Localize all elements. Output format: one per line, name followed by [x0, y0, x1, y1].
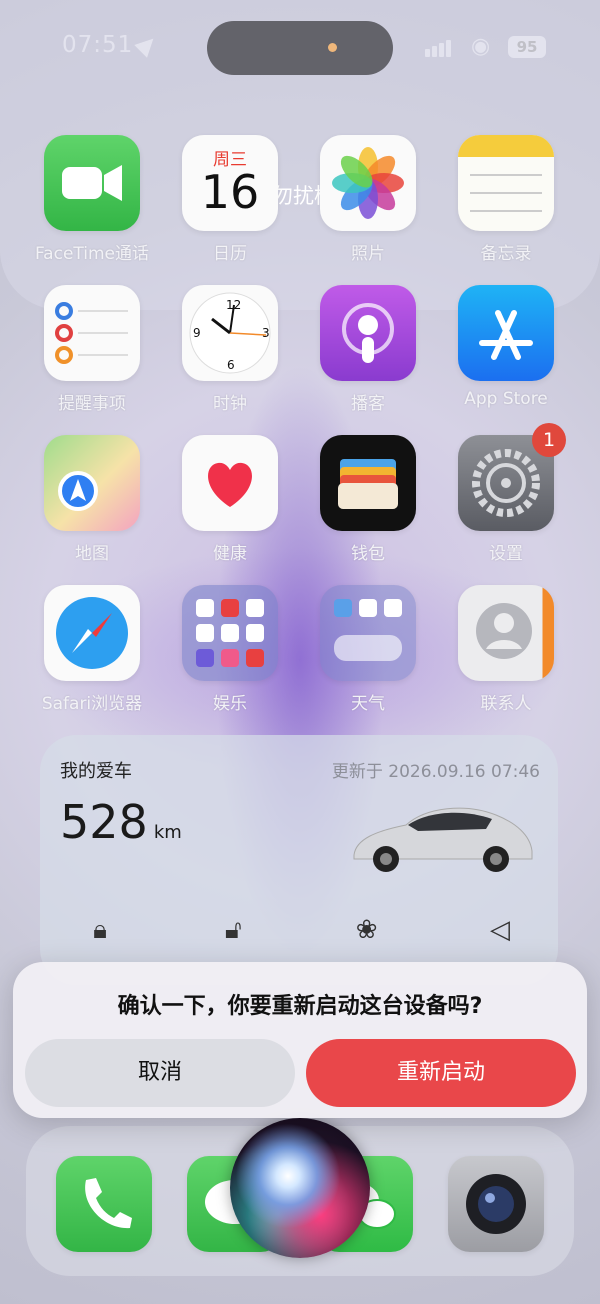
app-notes[interactable]: 备忘录: [436, 135, 576, 264]
range-readout: 528 km: [60, 795, 182, 849]
facetime-icon: [44, 135, 140, 231]
dialog-message: 确认一下，你要重新启动这台设备吗?: [117, 994, 483, 1019]
app-label: 健康: [213, 544, 247, 564]
range-value: 528: [60, 795, 148, 849]
calendar-day: 16: [200, 165, 260, 219]
restart-button[interactable]: 重新启动: [306, 1039, 576, 1107]
restart-confirm-dialog: 确认一下，你要重新启动这台设备吗? 取消 重新启动: [13, 962, 587, 1118]
maps-icon: [44, 435, 140, 531]
app-label: 时钟: [213, 394, 247, 414]
app-label: 联系人: [480, 694, 532, 714]
notes-header: [458, 135, 554, 157]
folder-icon: [182, 585, 278, 681]
app-label: FaceTime通话: [34, 244, 150, 264]
app-calendar[interactable]: 周三 16 日历: [160, 135, 300, 264]
reminders-icon: [44, 285, 140, 381]
widget-updated-time: 更新于 2026.09.16 07:46: [331, 762, 540, 782]
app-folder-weather[interactable]: 天气: [298, 585, 438, 714]
app-label: 设置: [489, 544, 523, 564]
app-contacts[interactable]: 联系人: [436, 585, 576, 714]
app-label: App Store: [464, 389, 548, 409]
health-icon: [182, 435, 278, 531]
widget-title: 我的爱车: [60, 761, 132, 782]
app-settings[interactable]: 1 设置: [436, 423, 576, 564]
car-widget[interactable]: 我的爱车 更新于 2026.09.16 07:46 528 km 🔒︎ 🔓︎ ❀ …: [40, 735, 558, 985]
app-health[interactable]: 健康: [160, 435, 300, 564]
photos-icon: [320, 135, 416, 231]
app-label: 地图: [75, 544, 109, 564]
weather-folder-icon: [320, 585, 416, 681]
camera-icon[interactable]: [448, 1156, 544, 1252]
app-clock[interactable]: 12 3 6 9 时钟: [160, 285, 300, 414]
app-label: 提醒事项: [58, 394, 126, 414]
app-label: 娱乐: [213, 694, 247, 714]
wallet-icon: [320, 435, 416, 531]
svg-text:6: 6: [227, 358, 235, 372]
clock-icon: 12 3 6 9: [182, 285, 278, 381]
calendar-icon: 周三 16: [182, 135, 278, 231]
app-label: 备忘录: [480, 244, 532, 264]
notes-icon: [458, 135, 554, 231]
app-label: 照片: [351, 244, 385, 264]
cancel-button[interactable]: 取消: [25, 1039, 295, 1107]
app-facetime[interactable]: FaceTime通话: [22, 135, 162, 264]
app-label: 钱包: [351, 544, 385, 564]
phone-icon[interactable]: [56, 1156, 152, 1252]
app-safari[interactable]: Safari浏览器: [22, 585, 162, 714]
app-label: 天气: [351, 694, 385, 714]
svg-text:9: 9: [193, 326, 201, 340]
svg-text:3: 3: [262, 326, 270, 340]
range-unit: km: [153, 822, 182, 843]
app-reminders[interactable]: 提醒事项: [22, 285, 162, 414]
fan-icon[interactable]: ❀: [347, 915, 387, 946]
app-photos[interactable]: 照片: [298, 135, 438, 264]
podcasts-icon: [320, 285, 416, 381]
siri-orb-icon[interactable]: [230, 1118, 370, 1258]
app-podcasts[interactable]: 播客: [298, 285, 438, 414]
app-app-store[interactable]: App Store: [436, 285, 576, 409]
app-store-icon: [458, 285, 554, 381]
safari-icon: [44, 585, 140, 681]
app-label: 播客: [351, 394, 385, 414]
car-image: [353, 807, 533, 872]
unlock-icon[interactable]: 🔓︎: [213, 915, 253, 946]
car-controls: 🔒︎ 🔓︎ ❀ ◁: [80, 915, 520, 946]
app-maps[interactable]: 地图: [22, 435, 162, 564]
contacts-icon: [458, 585, 554, 681]
app-wallet[interactable]: 钱包: [298, 435, 438, 564]
app-label: 日历: [213, 244, 247, 264]
notification-badge: 1: [532, 423, 566, 457]
horn-icon[interactable]: ◁: [480, 915, 520, 946]
app-folder-entertainment[interactable]: 娱乐: [160, 585, 300, 714]
lock-icon[interactable]: 🔒︎: [80, 915, 120, 946]
app-label: Safari浏览器: [41, 694, 143, 714]
